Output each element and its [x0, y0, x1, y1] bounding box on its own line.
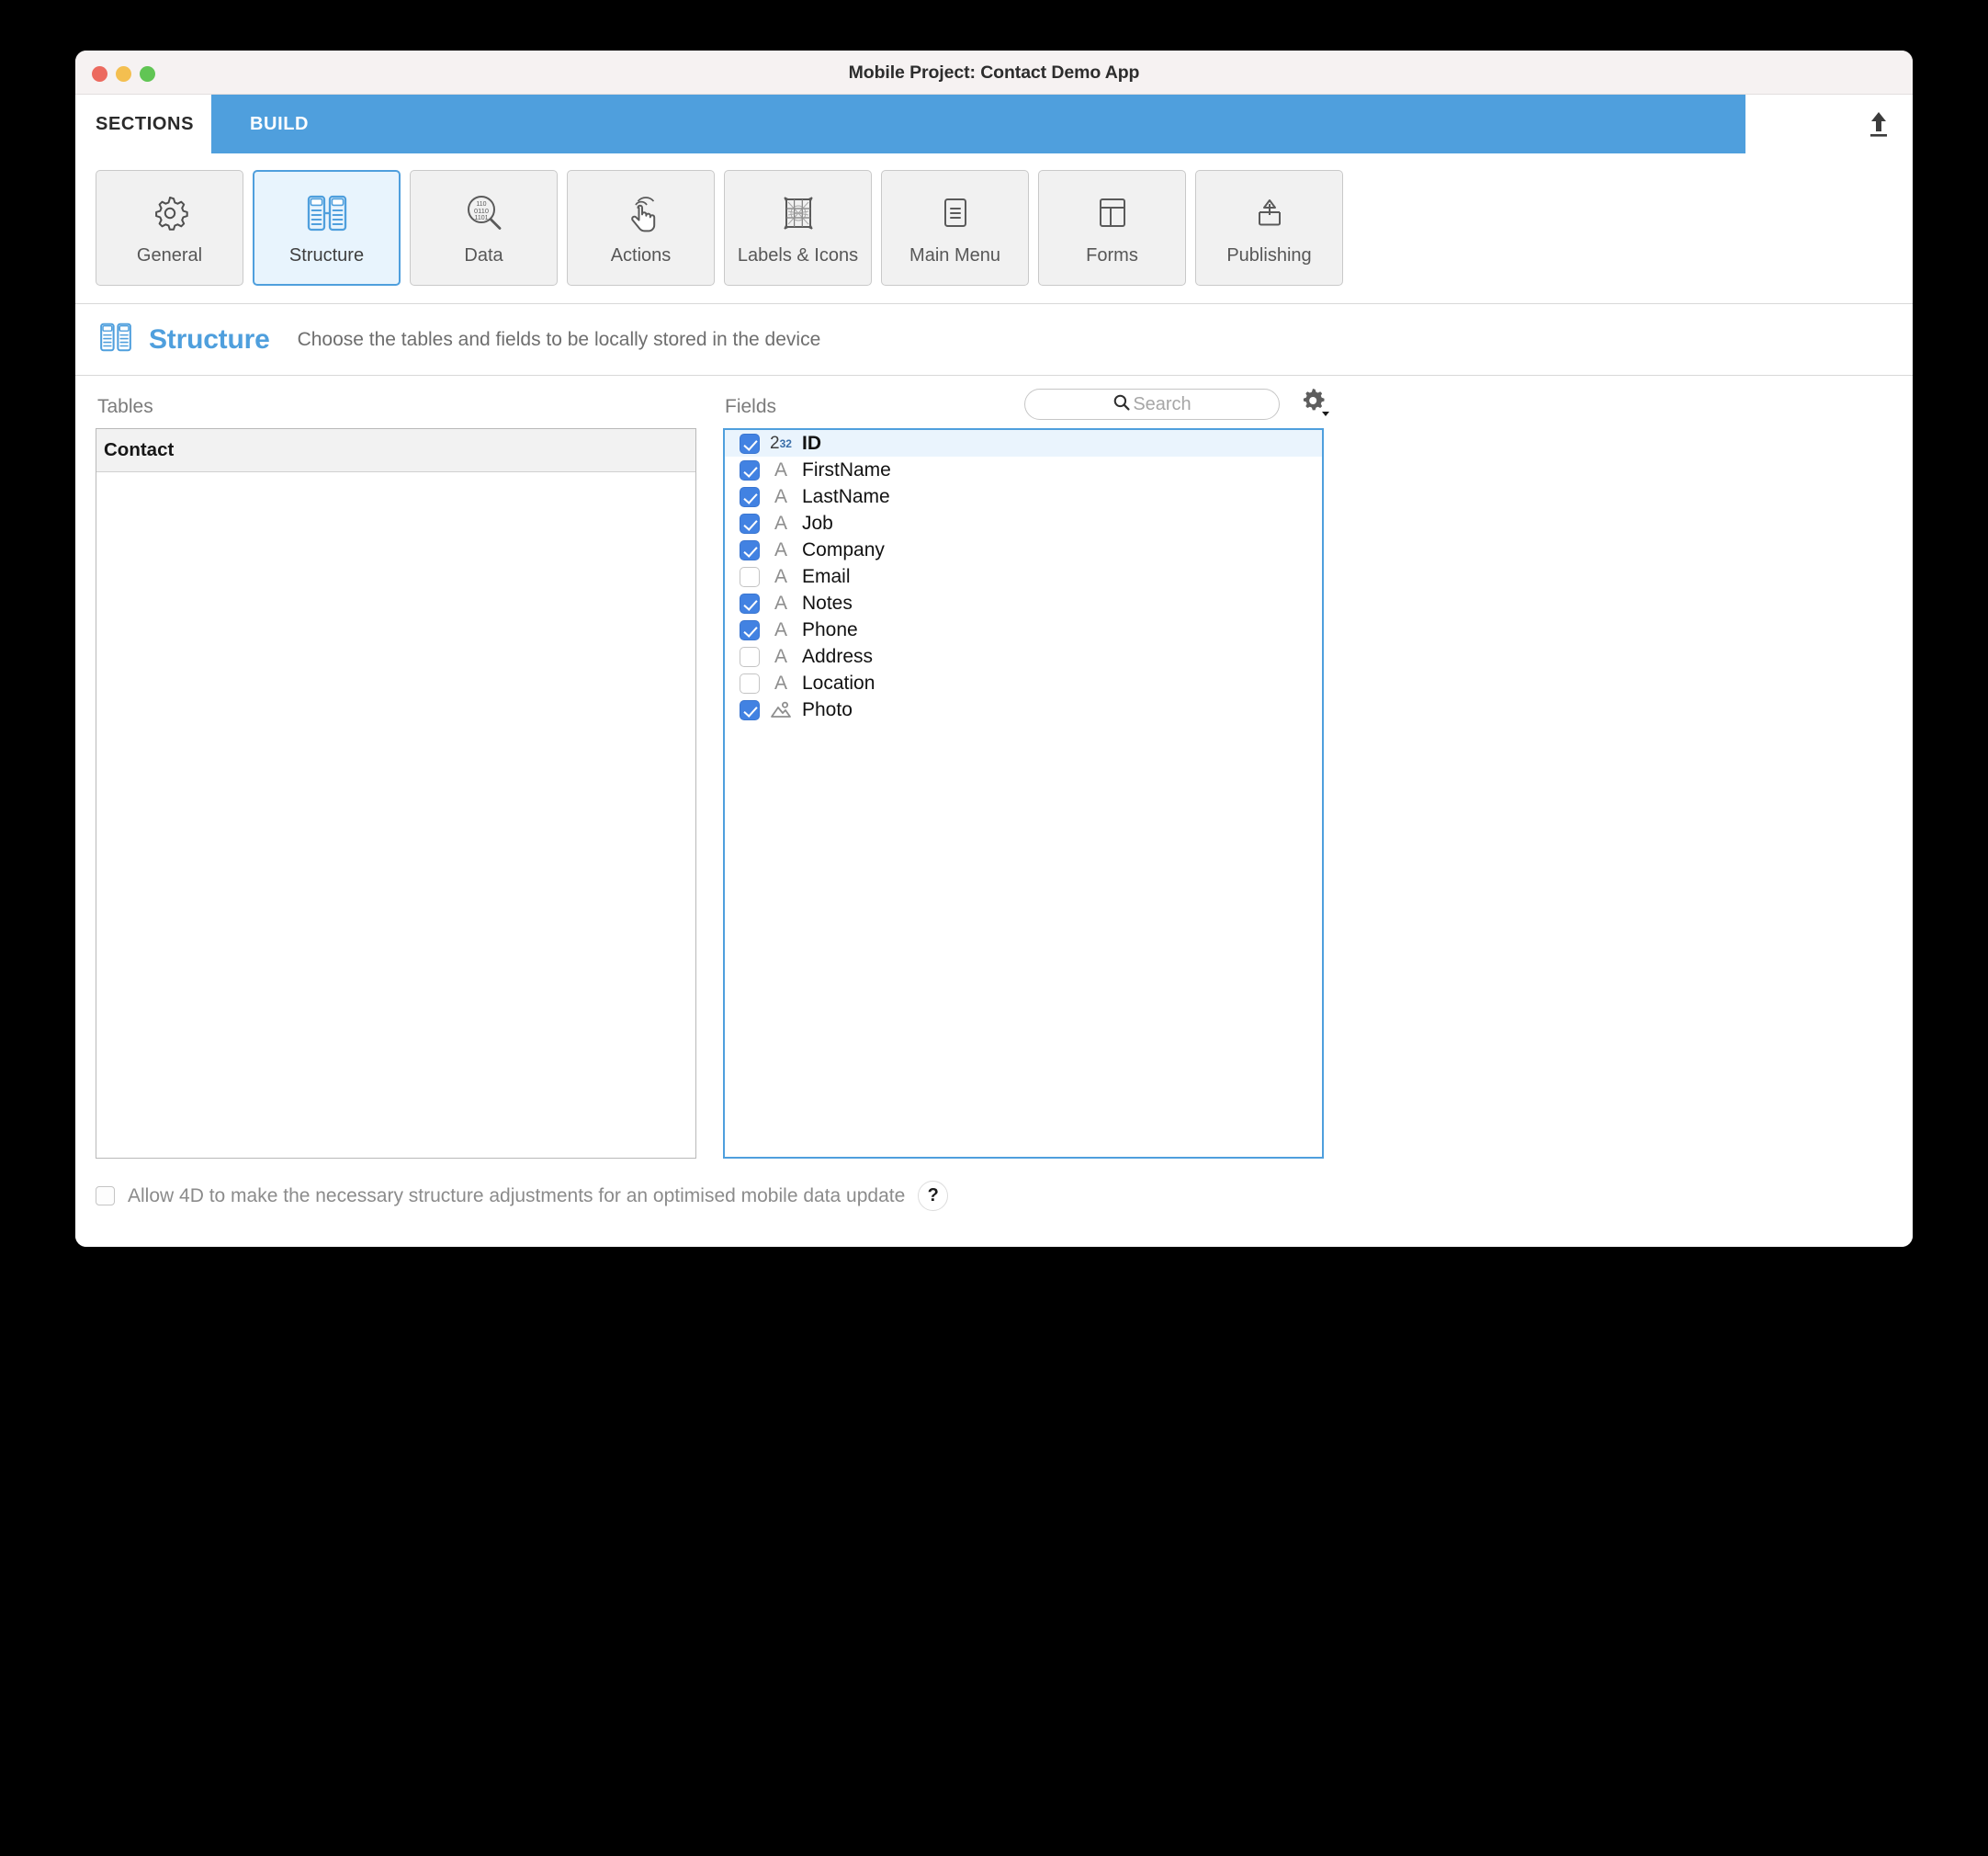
field-row[interactable]: A Address [725, 643, 1322, 670]
field-type-number-icon: 2 32 [770, 433, 792, 453]
page-subtitle: Choose the tables and fields to be local… [297, 328, 821, 350]
gear-dropdown-icon[interactable] [1297, 387, 1334, 420]
field-row[interactable]: A Notes [725, 590, 1322, 617]
field-name: Company [802, 538, 885, 560]
field-row[interactable]: A Company [725, 537, 1322, 563]
section-button-publishing-label: Publishing [1226, 245, 1312, 266]
field-checkbox[interactable] [740, 593, 760, 614]
table-row[interactable]: Contact [96, 429, 695, 472]
tables-panel-label: Tables [97, 396, 153, 417]
field-name: Phone [802, 618, 858, 640]
search-placeholder: Search [1133, 393, 1192, 414]
field-checkbox[interactable] [740, 673, 760, 694]
tab-sections[interactable]: SECTIONS [75, 95, 211, 153]
upload-icon[interactable] [1865, 109, 1892, 139]
field-checkbox[interactable] [740, 646, 760, 667]
tab-sections-label: SECTIONS [96, 113, 195, 134]
field-checkbox[interactable] [740, 433, 760, 454]
structure-body: Tables Fields Search Contact 2 32 ID A F… [75, 376, 1913, 1247]
field-type-alpha-icon: A [774, 485, 787, 507]
fields-panel-label: Fields [725, 396, 777, 417]
gear-icon [147, 189, 193, 237]
field-checkbox[interactable] [740, 566, 760, 587]
tap-hand-icon [618, 189, 664, 237]
field-row[interactable]: A FirstName [725, 457, 1322, 483]
field-row[interactable]: Photo [725, 696, 1322, 723]
field-type-alpha-icon: A [774, 645, 787, 667]
allow-structure-adjustments-checkbox[interactable] [96, 1186, 115, 1205]
field-name: ID [802, 432, 821, 454]
field-type-alpha-icon: A [774, 538, 787, 560]
field-name: Location [802, 672, 875, 694]
field-name: Email [802, 565, 851, 587]
section-button-main-menu[interactable]: Main Menu [881, 170, 1029, 286]
field-row[interactable]: A Job [725, 510, 1322, 537]
field-name: Address [802, 645, 874, 667]
field-type-alpha-icon: A [774, 672, 787, 694]
section-toolbar: General Structure 110 0110 1101 Data Act… [75, 153, 1913, 304]
svg-text:0110: 0110 [474, 207, 489, 215]
field-name: FirstName [802, 458, 891, 481]
section-button-main-menu-label: Main Menu [909, 245, 1000, 266]
field-checkbox[interactable] [740, 699, 760, 720]
help-button[interactable]: ? [918, 1181, 949, 1211]
field-checkbox[interactable] [740, 459, 760, 481]
field-row[interactable]: A LastName [725, 483, 1322, 510]
field-name: LastName [802, 485, 890, 507]
field-row[interactable]: 2 32 ID [725, 430, 1322, 457]
field-type-alpha-icon: A [774, 512, 787, 534]
field-checkbox[interactable] [740, 539, 760, 560]
share-up-icon [1247, 189, 1293, 237]
field-type-alpha-icon: A [774, 592, 787, 614]
tab-build[interactable]: BUILD [211, 95, 384, 153]
field-checkbox[interactable] [740, 486, 760, 507]
svg-text:1101: 1101 [474, 215, 488, 221]
section-button-structure-label: Structure [288, 245, 365, 266]
field-row[interactable]: A Phone [725, 617, 1322, 643]
window-title: Mobile Project: Contact Demo App [848, 62, 1140, 83]
section-button-publishing[interactable]: Publishing [1195, 170, 1343, 286]
allow-structure-adjustments-label: Allow 4D to make the necessary structure… [128, 1184, 906, 1206]
search-input[interactable]: Search [1024, 389, 1280, 420]
field-name: Notes [802, 592, 853, 614]
field-type-alpha-icon: A [774, 458, 787, 481]
tables-list[interactable]: Contact [96, 428, 696, 1159]
tab-build-label: BUILD [250, 113, 310, 134]
structure-icon [97, 320, 134, 359]
section-button-structure[interactable]: Structure [253, 170, 401, 286]
field-checkbox[interactable] [740, 619, 760, 640]
section-button-actions[interactable]: Actions [567, 170, 715, 286]
section-button-general[interactable]: General [96, 170, 243, 286]
section-button-actions-label: Actions [610, 245, 672, 266]
page-title: Structure [149, 323, 270, 355]
section-button-forms-label: Forms [1086, 245, 1138, 266]
field-name: Job [802, 512, 833, 534]
section-button-labels-icons-label: Labels & Icons [737, 245, 859, 266]
table-row-name: Contact [104, 439, 175, 460]
section-button-forms[interactable]: Forms [1038, 170, 1186, 286]
fields-list[interactable]: 2 32 ID A FirstName A LastName A Job A C… [723, 428, 1324, 1159]
data-search-icon: 110 0110 1101 [461, 189, 507, 237]
window-titlebar: Mobile Project: Contact Demo App [75, 51, 1913, 95]
menu-list-icon [932, 189, 978, 237]
footer-options: Allow 4D to make the necessary structure… [96, 1181, 949, 1211]
field-name: Photo [802, 698, 853, 720]
search-icon [1113, 393, 1131, 416]
section-button-general-label: General [136, 245, 203, 266]
field-type-alpha-icon: A [774, 618, 787, 640]
section-button-data[interactable]: 110 0110 1101 Data [410, 170, 558, 286]
field-type-alpha-icon: A [774, 565, 787, 587]
layout-icon [1090, 189, 1135, 237]
field-row[interactable]: A Email [725, 563, 1322, 590]
section-button-labels-icons[interactable]: Labels & Icons [724, 170, 872, 286]
structure-icon [304, 189, 350, 237]
app-window: Mobile Project: Contact Demo App SECTION… [75, 51, 1913, 1247]
field-row[interactable]: A Location [725, 670, 1322, 696]
field-type-picture-icon [760, 701, 802, 719]
labels-grid-icon [775, 189, 821, 237]
field-checkbox[interactable] [740, 513, 760, 534]
main-tabstrip: SECTIONS BUILD [75, 95, 1913, 153]
section-button-data-label: Data [464, 245, 503, 266]
section-header: Structure Choose the tables and fields t… [75, 304, 1913, 376]
